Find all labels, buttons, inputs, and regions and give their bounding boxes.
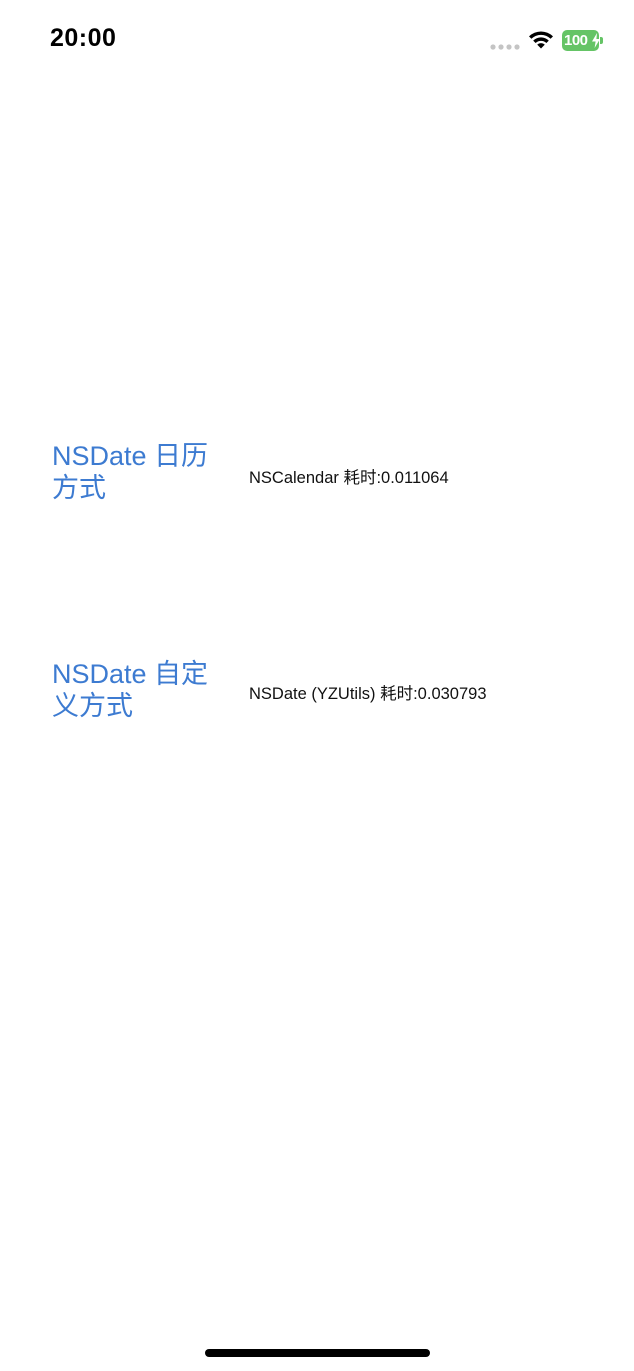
battery-cap	[600, 37, 603, 44]
yzutils-result-label: NSDate (YZUtils) 耗时:0.030793	[249, 685, 487, 703]
signal-icon	[490, 44, 520, 50]
battery-icon: 100	[562, 30, 604, 52]
wifi-icon	[529, 31, 553, 49]
charging-bolt-icon	[592, 33, 600, 48]
status-time: 20:00	[50, 24, 117, 52]
status-bar: 20:00 100	[0, 0, 634, 80]
nsdate-calendar-button[interactable]: NSDate 日历方式	[52, 440, 217, 504]
home-indicator[interactable]	[205, 1349, 430, 1357]
nscalendar-result-label: NSCalendar 耗时:0.011064	[249, 469, 449, 487]
nsdate-custom-button[interactable]: NSDate 自定义方式	[52, 658, 217, 722]
battery-level: 100	[564, 32, 588, 49]
